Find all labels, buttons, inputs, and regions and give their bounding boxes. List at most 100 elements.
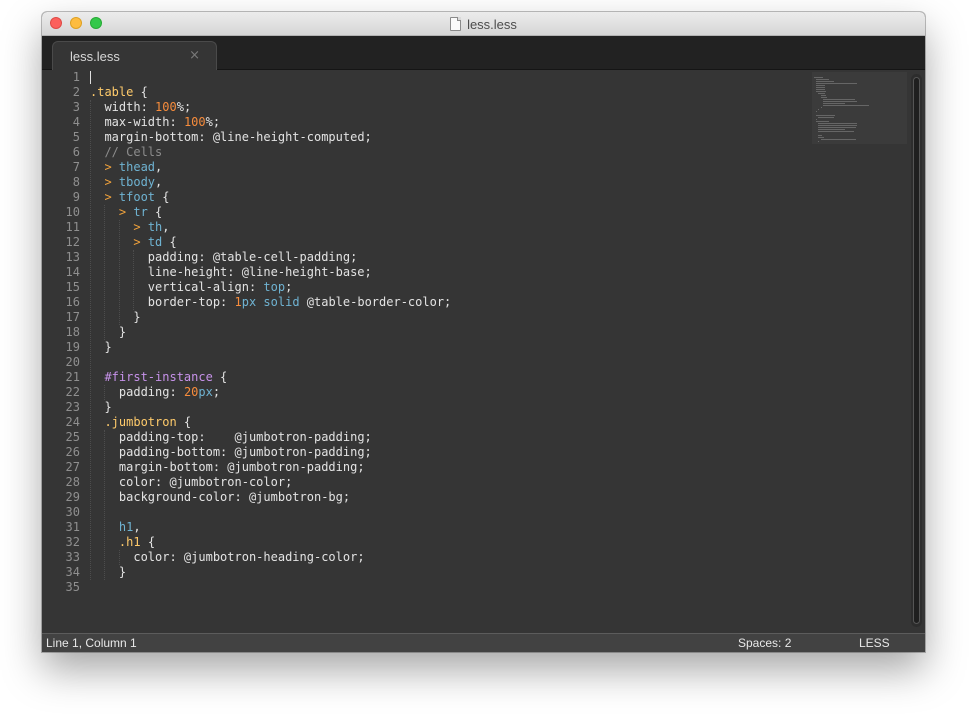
code-line[interactable]: line-height: @line-height-base; xyxy=(90,265,825,280)
title-bar: less.less xyxy=(42,12,925,36)
code-token: 100 xyxy=(183,115,206,129)
window-title-area: less.less xyxy=(42,12,925,35)
code-token: // Cells xyxy=(104,145,163,159)
code-line[interactable]: color: @jumbotron-color; xyxy=(90,475,825,490)
minimap-line xyxy=(818,127,856,128)
minimap-line xyxy=(816,121,830,122)
code-token: px xyxy=(198,385,213,399)
code-line[interactable]: .jumbotron { xyxy=(90,415,825,430)
code-line[interactable]: max-width: 100%; xyxy=(90,115,825,130)
code-token: { xyxy=(155,190,170,204)
code-line[interactable]: color: @jumbotron-heading-color; xyxy=(90,550,825,565)
code-line[interactable] xyxy=(90,355,825,370)
code-line[interactable]: padding-bottom: @jumbotron-padding; xyxy=(90,445,825,460)
code-line[interactable]: // Cells xyxy=(90,145,825,160)
line-number: 30 xyxy=(65,505,80,519)
minimap-line xyxy=(816,115,835,116)
code-token: .h1 xyxy=(118,535,141,549)
minimap-line xyxy=(814,77,823,78)
line-number: 2 xyxy=(72,85,80,99)
code-line[interactable]: vertical-align: top; xyxy=(90,280,825,295)
minimap-line xyxy=(818,123,857,124)
code-text-area[interactable]: .table { width: 100%; max-width: 100%; m… xyxy=(90,70,825,633)
code-line[interactable]: margin-bottom: @jumbotron-padding; xyxy=(90,460,825,475)
code-token: line-height: @line-height-base; xyxy=(147,265,372,279)
minimap-line xyxy=(816,111,818,112)
minimap-line xyxy=(816,81,834,82)
minimap[interactable] xyxy=(812,72,907,144)
tab-close-icon[interactable]: × xyxy=(189,48,200,63)
syntax-mode[interactable]: LESS xyxy=(859,636,890,650)
code-line[interactable]: > td { xyxy=(90,235,825,250)
vertical-scrollbar[interactable] xyxy=(911,74,922,627)
minimap-line xyxy=(816,119,818,120)
code-token: ; xyxy=(285,280,293,294)
code-line[interactable]: padding: 20px; xyxy=(90,385,825,400)
code-line[interactable]: border-top: 1px solid @table-border-colo… xyxy=(90,295,825,310)
code-line[interactable]: #first-instance { xyxy=(90,370,825,385)
code-token: border-top: xyxy=(147,295,235,309)
line-number: 19 xyxy=(65,340,80,354)
code-line[interactable]: > thead, xyxy=(90,160,825,175)
minimap-line xyxy=(820,95,827,96)
line-number: 16 xyxy=(65,295,80,309)
code-line[interactable]: width: 100%; xyxy=(90,100,825,115)
code-token: margin-bottom: @line-height-computed; xyxy=(104,130,372,144)
code-line[interactable]: background-color: @jumbotron-bg; xyxy=(90,490,825,505)
code-line[interactable]: > tr { xyxy=(90,205,825,220)
code-line[interactable]: padding: @table-cell-padding; xyxy=(90,250,825,265)
code-line[interactable]: padding-top: @jumbotron-padding; xyxy=(90,430,825,445)
minimap-line xyxy=(816,85,825,86)
code-token: 1 xyxy=(234,295,242,309)
code-line[interactable]: } xyxy=(90,565,825,580)
code-line[interactable]: } xyxy=(90,310,825,325)
tab-less-less[interactable]: less.less × xyxy=(52,41,217,70)
line-number: 12 xyxy=(65,235,80,249)
code-line[interactable]: .table { xyxy=(90,85,825,100)
code-token: , xyxy=(155,160,163,174)
code-line[interactable]: h1, xyxy=(90,520,825,535)
code-token: px xyxy=(241,295,264,309)
code-line[interactable]: > tfoot { xyxy=(90,190,825,205)
minimap-line xyxy=(818,137,824,138)
scrollbar-thumb[interactable] xyxy=(913,77,920,624)
code-line[interactable] xyxy=(90,505,825,520)
line-number: 5 xyxy=(72,130,80,144)
minimap-line xyxy=(818,129,845,130)
code-line[interactable]: margin-bottom: @line-height-computed; xyxy=(90,130,825,145)
code-line[interactable]: } xyxy=(90,400,825,415)
code-token: %; xyxy=(176,100,192,114)
code-token: td xyxy=(147,235,163,249)
minimap-line xyxy=(818,131,854,132)
code-line[interactable] xyxy=(90,580,825,595)
line-number: 29 xyxy=(65,490,80,504)
line-number: 22 xyxy=(65,385,80,399)
minimap-line xyxy=(820,97,828,98)
minimap-line xyxy=(820,107,822,108)
code-token: , xyxy=(155,175,163,189)
code-line[interactable]: } xyxy=(90,340,825,355)
minimap-line xyxy=(818,93,825,94)
editor-area[interactable]: 1 2 3 4 5 6 7 8 9 10 11 12 13 14 15 16 17 18 19 20 21 22 23 24 2… xyxy=(42,70,925,633)
code-token: tfoot xyxy=(118,190,156,204)
line-number-gutter: 1 2 3 4 5 6 7 8 9 10 11 12 13 14 15 16 17 18 19 20 21 22 23 24 2… xyxy=(42,70,80,633)
code-token: width: xyxy=(104,100,156,114)
code-token: } xyxy=(118,565,127,579)
cursor-position: Line 1, Column 1 xyxy=(46,636,137,650)
code-line[interactable]: .h1 { xyxy=(90,535,825,550)
code-line[interactable]: > th, xyxy=(90,220,825,235)
line-number: 18 xyxy=(65,325,80,339)
line-number: 6 xyxy=(72,145,80,159)
window-title: less.less xyxy=(467,17,517,32)
code-line[interactable]: } xyxy=(90,325,825,340)
minimap-line xyxy=(818,141,820,142)
text-cursor xyxy=(90,71,91,84)
code-token: { xyxy=(140,535,156,549)
minimap-line xyxy=(822,99,855,100)
indentation-setting[interactable]: Spaces: 2 xyxy=(738,636,791,650)
minimap-line xyxy=(822,103,845,104)
code-line[interactable] xyxy=(90,70,825,85)
code-token: } xyxy=(133,310,141,324)
code-line[interactable]: > tbody, xyxy=(90,175,825,190)
minimap-line xyxy=(816,79,830,80)
